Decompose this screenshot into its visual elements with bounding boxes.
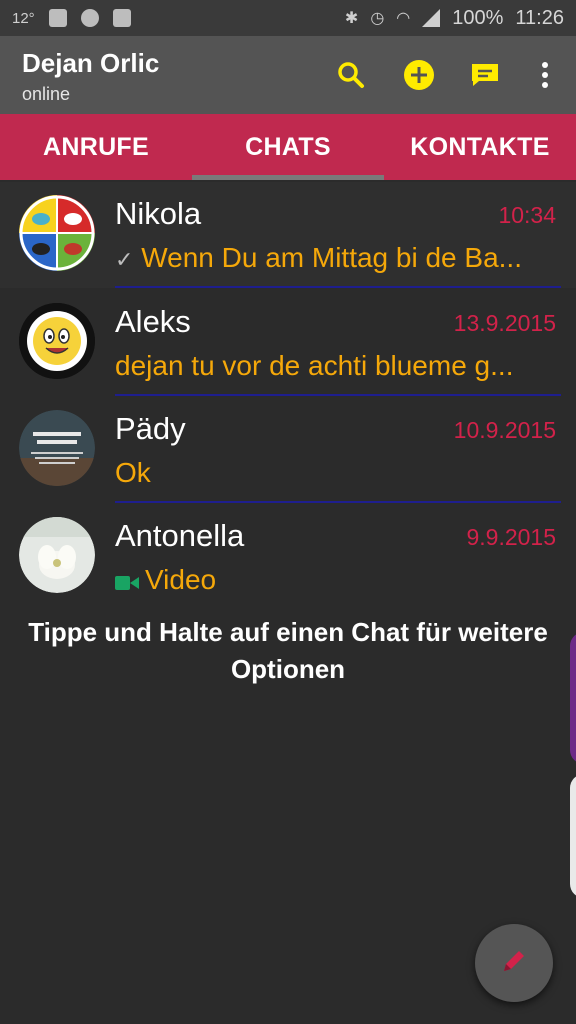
tab-bar: ANRUFE CHATS KONTAKTE (0, 114, 576, 180)
read-check-icon: ✓ (115, 247, 134, 272)
pencil-icon (499, 946, 529, 981)
search-icon[interactable] (334, 58, 368, 92)
video-icon (115, 566, 139, 598)
avatar[interactable] (19, 517, 95, 593)
tab-chats[interactable]: CHATS (192, 114, 384, 180)
chat-preview-text: dejan tu vor de achti blueme g... (115, 350, 514, 381)
app-subtitle: online (22, 84, 71, 104)
alarm-icon: ◷ (370, 10, 385, 27)
signal-icon (422, 9, 441, 27)
tab-kontakte[interactable]: KONTAKTE (384, 114, 576, 180)
app-title[interactable]: Dejan Orlic (22, 48, 159, 79)
divider (115, 394, 561, 396)
download-icon (80, 9, 99, 27)
chat-preview-text: Wenn Du am Mittag bi de Ba... (141, 242, 522, 273)
chat-preview: ✓ Wenn Du am Mittag bi de Ba... (115, 242, 545, 274)
chat-time: 10.9.2015 (453, 417, 556, 443)
new-chat-icon[interactable] (468, 58, 502, 92)
battery-text: 100% (452, 6, 504, 29)
chat-preview: Video (115, 564, 545, 598)
chat-preview-text: Ok (115, 457, 151, 488)
edge-panel-handle-secondary[interactable] (570, 774, 576, 898)
app-bar: Dejan Orlic online (0, 36, 576, 114)
chat-item-paedy[interactable]: Pädy 10.9.2015 Ok (0, 397, 576, 503)
chat-time: 13.9.2015 (453, 310, 556, 336)
chat-name: Aleks (115, 304, 191, 339)
chat-name: Nikola (115, 196, 202, 231)
chat-item-antonella[interactable]: Antonella 9.9.2015 Video (0, 504, 576, 610)
chat-item-aleks[interactable]: Aleks 13.9.2015 dejan tu vor de achti bl… (0, 290, 576, 396)
bluetooth-icon: ✱ (344, 10, 359, 27)
chat-time: 9.9.2015 (466, 524, 556, 550)
avatar[interactable] (19, 410, 95, 486)
image-icon (112, 9, 131, 27)
avatar[interactable] (19, 303, 95, 379)
avatar[interactable] (19, 195, 95, 271)
more-options-icon[interactable] (528, 58, 562, 92)
chat-preview-text: Video (145, 564, 217, 595)
status-right: ✱ ◷ ◠ 100% 11:26 (345, 0, 564, 36)
hint-text: Tippe und Halte auf einen Chat für weite… (28, 617, 548, 684)
wifi-icon: ◠ (396, 10, 411, 27)
tab-anrufe[interactable]: ANRUFE (0, 114, 192, 180)
chat-time: 10:34 (498, 202, 556, 228)
divider (115, 286, 561, 288)
time-text: 11:26 (515, 6, 564, 29)
chat-name: Antonella (115, 518, 245, 553)
edge-panel-handle[interactable] (570, 632, 576, 764)
compose-button[interactable] (475, 924, 553, 1002)
tab-indicator (192, 175, 384, 180)
chat-item-nikola[interactable]: Nikola 10:34 ✓ Wenn Du am Mittag bi de B… (0, 182, 576, 288)
divider (115, 501, 561, 503)
chat-name: Pädy (115, 411, 186, 446)
status-left: 12° (12, 0, 131, 36)
temperature-text: 12° (12, 9, 35, 27)
gallery-icon (48, 9, 67, 27)
new-group-icon[interactable] (402, 58, 436, 92)
status-bar: 12° ✱ ◷ ◠ 100% 11:26 (0, 0, 576, 36)
